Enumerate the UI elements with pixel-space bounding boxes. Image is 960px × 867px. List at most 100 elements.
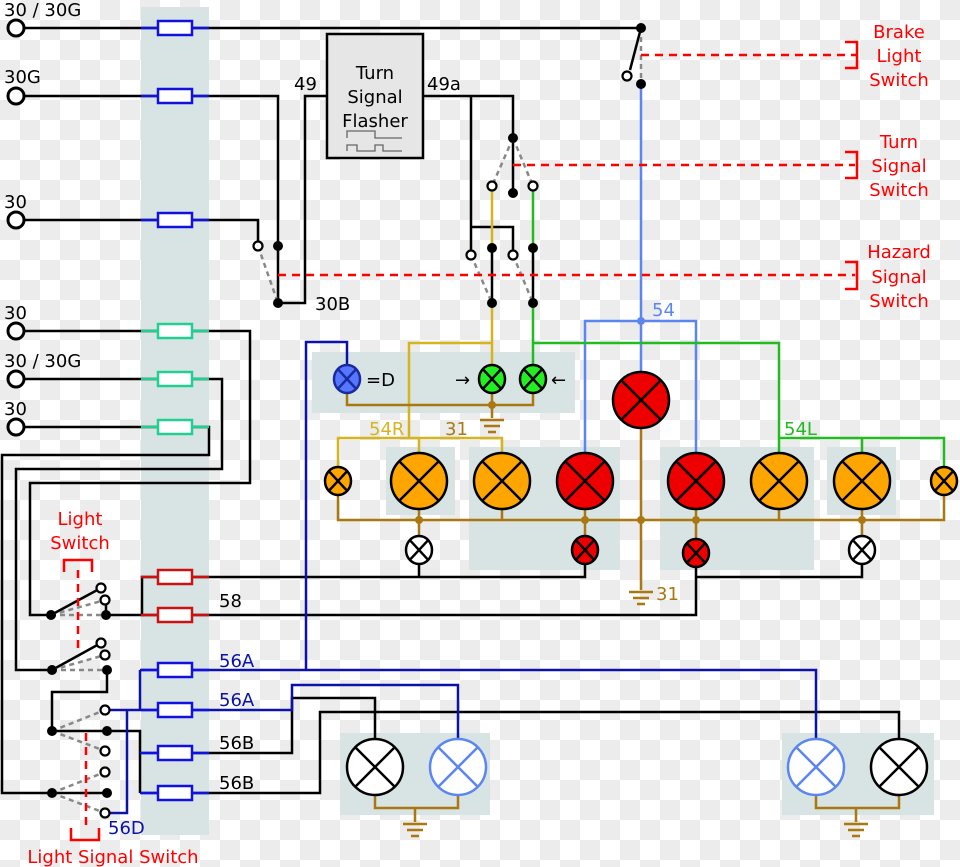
ground-31-label: 31 — [445, 419, 468, 440]
brake-lamp-right — [555, 451, 615, 511]
fuse-icon — [156, 211, 194, 229]
switch-contact-closed — [487, 298, 497, 308]
fuse-icon — [156, 744, 194, 762]
wire-54r-right-turn — [336, 186, 504, 468]
left-turn-indicator-lamp — [518, 363, 548, 395]
terminal-label: 30 — [4, 192, 27, 213]
fuse-icon — [156, 418, 194, 436]
junction-dot — [488, 401, 496, 409]
brake-switch-label: Brake — [873, 22, 925, 43]
right-arrow-icon: → — [455, 370, 470, 391]
hazard-switch-label: Signal — [871, 267, 926, 288]
switch-contact-open — [252, 240, 264, 252]
switch-contact-closed — [101, 610, 111, 620]
left-arrow-icon: ← — [551, 370, 566, 391]
switch-contact-closed — [47, 665, 57, 675]
high-beam-lamp-right — [428, 737, 488, 797]
fuse-icon — [156, 322, 194, 340]
junction-dot — [858, 516, 866, 524]
right-turn-indicator-lamp — [477, 363, 507, 395]
fuse-icon — [156, 19, 194, 37]
light-signal-switch-label: Light Signal Switch — [27, 847, 198, 867]
switch-contact-closed — [636, 79, 646, 89]
turn-switch-label: Signal — [871, 156, 926, 177]
flasher-input-label: 49 — [294, 74, 317, 95]
light-switch-label: Light — [58, 509, 103, 530]
circuit-56d-label: 56D — [108, 818, 145, 839]
dynamo-indicator-label: =D — [366, 370, 395, 391]
switch-contact-closed — [47, 788, 57, 798]
switch-contact-closed — [508, 133, 518, 143]
low-beam-lamp-left — [869, 737, 929, 797]
junction-dot — [692, 516, 700, 524]
switch-contact-closed — [47, 726, 57, 736]
switch-contact-open — [95, 637, 107, 649]
circuit-56b-label: 56B — [219, 733, 254, 754]
switch-contact-open — [99, 704, 111, 716]
high-beam-indicator-lamp — [332, 363, 362, 395]
flasher-label-line2: Signal — [347, 87, 402, 108]
switch-contact-closed — [46, 610, 56, 620]
flasher-label-line1: Turn — [355, 63, 394, 84]
power-terminal — [6, 18, 26, 38]
circuit-56b-label: 56B — [219, 773, 254, 794]
power-terminal — [6, 210, 26, 230]
side-turn-lamp-left — [929, 465, 959, 497]
junction-dot — [637, 317, 645, 325]
fuse-icon — [156, 568, 194, 586]
rear-turn-lamp-left — [749, 451, 809, 511]
circuit-54r-label: 54R — [369, 419, 404, 440]
terminal-label: 30G — [4, 67, 41, 88]
switch-contact-open — [99, 745, 111, 757]
switch-contact-closed — [102, 665, 112, 675]
power-terminal — [6, 86, 26, 106]
ground-icon — [629, 590, 653, 606]
front-turn-lamp-left — [832, 451, 892, 511]
junction-dot — [581, 516, 589, 524]
switch-contact-open — [99, 594, 111, 606]
switch-contact-closed — [636, 23, 646, 33]
turn-switch-label: Switch — [869, 180, 929, 201]
fuse-icon — [156, 784, 194, 802]
parking-lamp-front-left — [847, 534, 877, 566]
switch-contact-open — [621, 70, 633, 82]
side-turn-lamp-right — [323, 465, 353, 497]
circuit-58-label: 58 — [219, 591, 242, 612]
center-brake-lamp — [611, 370, 671, 430]
terminal-label: 30 / 30G — [4, 0, 81, 21]
switch-contact-closed — [273, 298, 283, 308]
switch-contact-closed — [102, 726, 112, 736]
turn-signal-flasher: Turn Signal Flasher — [325, 32, 425, 160]
ground-31-label: 31 — [656, 584, 679, 605]
low-beam-lamp-right — [345, 737, 405, 797]
switch-contact-open — [465, 249, 477, 261]
ground-icon — [480, 418, 504, 434]
junction-dot — [637, 516, 645, 524]
high-beam-lamp-left — [786, 737, 846, 797]
hazard-switch-label: Hazard — [867, 242, 931, 263]
power-terminal — [6, 417, 26, 437]
switch-contact-open — [486, 180, 498, 192]
switch-contact-closed — [508, 188, 518, 198]
brake-switch-label: Switch — [869, 70, 929, 91]
hazard-switch-label: Switch — [869, 291, 929, 312]
rear-turn-lamp-right — [472, 451, 532, 511]
wire-54l-left-turn — [531, 186, 946, 468]
circuit-56a-label: 56A — [219, 651, 255, 672]
brake-switch-label: Light — [877, 46, 922, 67]
front-turn-lamp-right — [389, 451, 449, 511]
terminal-label: 30 / 30G — [4, 351, 81, 372]
parking-lamp-front-right — [404, 534, 434, 566]
tail-lamp-right — [570, 534, 600, 566]
circuit-56a-label: 56A — [219, 690, 255, 711]
junction-dot — [415, 516, 423, 524]
switch-contact-open — [527, 180, 539, 192]
turn-switch-label: Turn — [879, 132, 918, 153]
brake-lamp-left — [666, 451, 726, 511]
switch-contact-closed — [528, 243, 538, 253]
switch-contact-open — [99, 807, 111, 819]
fuse-icon — [156, 606, 194, 624]
fuse-icon — [156, 701, 194, 719]
switch-contact-closed — [528, 298, 538, 308]
power-terminal — [6, 369, 26, 389]
